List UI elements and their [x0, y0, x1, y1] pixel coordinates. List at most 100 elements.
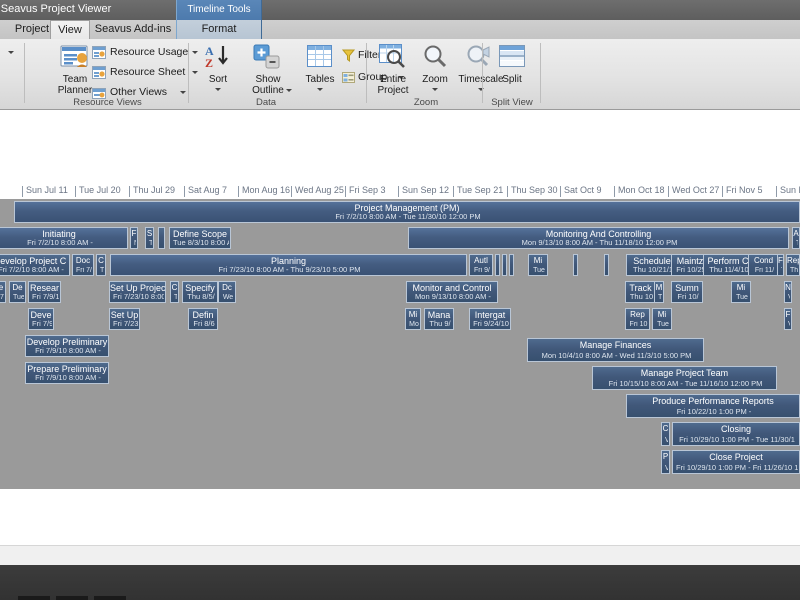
gantt-bar[interactable]: Project Management (PM) Fri 7/2/10 8:00 A…	[14, 201, 800, 223]
gantt-bar[interactable]: Set Up Fri 7/23/	[109, 308, 140, 330]
gantt-bar[interactable]: Track Thu 10	[625, 281, 656, 303]
gantt-bar[interactable]: FN	[130, 227, 138, 249]
gantt-bar[interactable]: Produce Performance Reports Fri 10/22/10 …	[626, 394, 800, 418]
gantt-bar-name: F	[131, 229, 137, 238]
gantt-bar[interactable]: Prepare Preliminary Fri 7/9/10 8:00 AM -	[25, 362, 109, 384]
ribbon: agram s Team Planner	[0, 39, 800, 110]
gantt-bar[interactable]: Sumn Fri 10/	[671, 281, 703, 303]
resource-usage-icon	[92, 46, 106, 65]
zoom-label-line1: Zoom	[422, 74, 448, 85]
gantt-bar[interactable]: Mi Tue	[652, 308, 672, 330]
gantt-bar[interactable]: CT	[96, 254, 106, 276]
gantt-bar-name: Manage Finances	[579, 340, 652, 350]
gantt-bar[interactable]: MT	[654, 281, 664, 303]
gantt-bar[interactable]: Set Up ProjectFri 7/23/10 8:00 A	[109, 281, 166, 303]
group-icon	[342, 71, 355, 90]
timeline-date-ruler: Sun Jul 11 Tue Jul 20 Thu Jul 29 Sat Aug 7 M…	[0, 184, 800, 198]
gantt-bar[interactable]: e7	[0, 281, 6, 303]
gantt-bar[interactable]: Intergat Fri 9/24/10	[469, 308, 511, 330]
gantt-bar[interactable]: CV	[661, 422, 670, 446]
gantt-bar[interactable]: Cond Fri 11/	[748, 254, 779, 276]
gantt-bar-dates: Fri 8/6	[193, 319, 215, 328]
gantt-bar[interactable]	[158, 227, 165, 249]
ruler-tick	[184, 186, 185, 197]
ruler-tick	[507, 186, 508, 197]
gantt-bar[interactable]: Defin Fri 8/6	[188, 308, 218, 330]
chevron-down-icon[interactable]	[215, 88, 221, 91]
gantt-bar[interactable]: Mi Mo	[405, 308, 421, 330]
gantt-bar[interactable]: ST	[145, 227, 154, 249]
gantt-bar[interactable]: Mi Tue	[528, 254, 548, 276]
entire-project-button[interactable]: Entire Project	[370, 44, 416, 98]
gantt-bar[interactable]: Develop Project C Fri 7/2/10 8:00 AM -	[0, 254, 70, 276]
gantt-bar-name: Close Project	[709, 452, 763, 462]
gantt-bar[interactable]: Monitor and Control Mon 9/13/10 8:00 AM -	[406, 281, 498, 303]
split-button[interactable]: Split	[486, 44, 538, 98]
taskbar-item[interactable]	[56, 596, 88, 600]
chevron-down-icon[interactable]	[432, 88, 438, 91]
gantt-bar[interactable]: Closing Fri 10/29/10 1:00 PM - Tue 11/30/…	[672, 422, 800, 446]
gantt-bar[interactable]	[502, 254, 507, 276]
gantt-bar[interactable]: Manage Project Team Fri 10/15/10 8:00 AM …	[592, 366, 777, 390]
gantt-bar[interactable]: Mi Tue	[731, 281, 751, 303]
gantt-bar[interactable]	[495, 254, 500, 276]
gantt-bar[interactable]: Specify Thu 8/5/	[182, 281, 218, 303]
resource-sheet-button[interactable]: Resource Sheet	[92, 64, 200, 81]
gantt-bar[interactable]: AT	[792, 227, 800, 249]
ruler-date-label: Wed Oct 27	[672, 185, 720, 195]
sort-label-line1: Sort	[208, 74, 228, 85]
gantt-bar[interactable]	[604, 254, 609, 276]
timeline-band[interactable]: Project Management (PM) Fri 7/2/10 8:00 A…	[0, 199, 800, 489]
resource-usage-button[interactable]: Resource Usage	[92, 44, 200, 61]
gantt-bar-dates: Fri 7/9/	[32, 319, 52, 328]
gantt-bar[interactable]	[573, 254, 578, 276]
gantt-bar[interactable]: Close Project Fri 10/29/10 1:00 PM - Fri …	[672, 450, 800, 474]
gantt-bar[interactable]: Rep Thu	[786, 254, 800, 276]
views-button[interactable]: s	[0, 85, 30, 102]
gantt-bar[interactable]: FV	[784, 308, 792, 330]
gantt-bar[interactable]: Rep Fri 10	[625, 308, 650, 330]
taskbar-item[interactable]	[18, 596, 50, 600]
show-outline-button[interactable]: Show Outline	[240, 44, 296, 98]
tab-project[interactable]: Project	[8, 20, 56, 39]
ruler-tick	[291, 186, 292, 197]
chevron-down-icon[interactable]	[8, 51, 14, 54]
tab-view[interactable]: View	[50, 20, 90, 39]
chevron-down-icon[interactable]	[317, 88, 323, 91]
gantt-bar[interactable]: De Tue	[9, 281, 26, 303]
ruler-tick	[75, 186, 76, 197]
gantt-bar[interactable]: Resear Fri 7/9/1	[28, 281, 61, 303]
taskbar-item[interactable]	[94, 596, 126, 600]
tab-seavus-add-ins[interactable]: Seavus Add-ins	[90, 20, 176, 39]
gantt-bar[interactable]: Planning Fri 7/23/10 8:00 AM - Thu 9/23/1…	[110, 254, 467, 276]
gantt-bar[interactable]: DeveFri 7/9/	[28, 308, 54, 330]
resource-sheet-icon	[92, 66, 106, 85]
gantt-bar[interactable]: Manage Finances Mon 10/4/10 8:00 AM - Wed…	[527, 338, 704, 362]
gantt-bar-dates: T	[100, 267, 104, 274]
gantt-bar[interactable]: Autl Fri 9/	[469, 254, 493, 276]
gantt-bar[interactable]: PV	[661, 450, 670, 474]
zoom-button[interactable]: Zoom	[416, 44, 454, 98]
gantt-bar[interactable]: Doc Fri 7/	[72, 254, 94, 276]
ribbon-group-resource-views: Team Planner Resource Usage Resource She…	[30, 39, 198, 109]
gantt-bar[interactable]: Mana Thu 9/	[424, 308, 454, 330]
gantt-bar[interactable]: Initiating Fri 7/2/10 8:00 AM -	[0, 227, 128, 249]
chevron-down-icon[interactable]	[286, 89, 292, 92]
gantt-bar[interactable]: CT	[170, 281, 179, 303]
sort-button[interactable]: A Z Sort	[198, 44, 238, 98]
gantt-bar[interactable]: Monitoring And Controlling Mon 9/13/10 8:…	[408, 227, 789, 249]
chevron-down-icon[interactable]	[180, 91, 186, 94]
chevron-down-icon[interactable]	[478, 88, 484, 91]
os-taskbar[interactable]	[0, 565, 800, 600]
gantt-bar[interactable]: FT	[777, 254, 784, 276]
gantt-bar[interactable]: NV	[784, 281, 792, 303]
tab-format[interactable]: Format	[176, 20, 262, 39]
gantt-bar[interactable]: Perform C Thu 11/4/10	[703, 254, 753, 276]
gantt-bar[interactable]: Dc We	[218, 281, 236, 303]
gantt-bar[interactable]: Develop Preliminary Fri 7/9/10 8:00 AM -	[25, 335, 109, 357]
tables-button[interactable]: Tables	[298, 44, 342, 98]
gantt-bar-dates: Fri 10/15/10 8:00 AM - Tue 11/16/10 12:0…	[608, 379, 763, 388]
network-diagram-button[interactable]: agram	[0, 45, 30, 62]
gantt-bar[interactable]: Define Scope Tue 8/3/10 8:00 A	[169, 227, 231, 249]
gantt-bar[interactable]	[509, 254, 514, 276]
